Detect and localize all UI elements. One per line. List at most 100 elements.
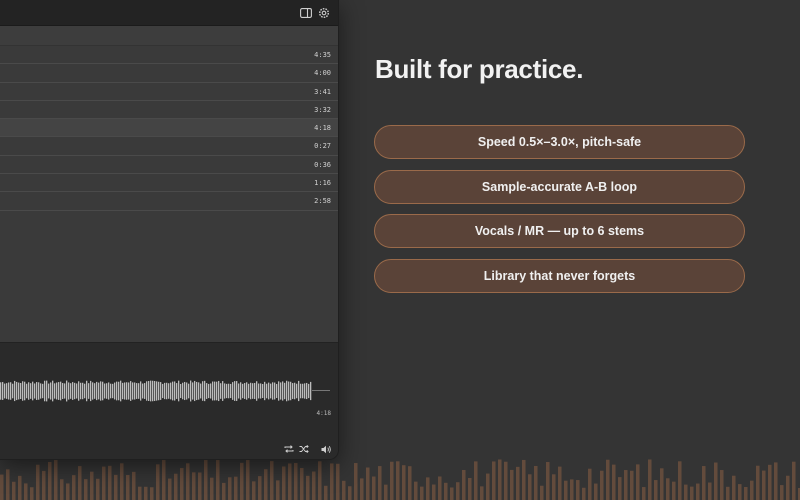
waveform-bar bbox=[160, 382, 162, 400]
background-bar bbox=[396, 461, 400, 500]
waveform-bar bbox=[14, 380, 16, 402]
background-bar bbox=[738, 484, 742, 500]
waveform-bar bbox=[228, 383, 230, 399]
waveform-bar bbox=[38, 382, 40, 400]
waveform-bar bbox=[156, 381, 158, 401]
waveform-bar bbox=[116, 381, 118, 401]
background-bar bbox=[624, 470, 628, 500]
waveform-bar bbox=[60, 381, 62, 401]
waveform-bar bbox=[12, 383, 14, 399]
track-row[interactable]: 3:41 bbox=[0, 83, 338, 101]
waveform-bar bbox=[310, 381, 312, 401]
waveform-bar bbox=[70, 383, 72, 399]
repeat-icon[interactable] bbox=[283, 443, 295, 455]
waveform-bar bbox=[290, 381, 292, 401]
waveform-bar bbox=[146, 381, 148, 401]
player-panel: 4:18 bbox=[0, 342, 338, 459]
track-row[interactable]: 0:36 bbox=[0, 156, 338, 175]
waveform-bar bbox=[280, 382, 282, 400]
background-bar bbox=[474, 461, 478, 500]
background-bar bbox=[762, 470, 766, 500]
waveform-bar bbox=[252, 383, 254, 399]
background-bar bbox=[42, 470, 46, 500]
waveform-bar bbox=[288, 381, 290, 401]
waveform-bar bbox=[250, 382, 252, 400]
waveform-bar bbox=[104, 383, 106, 399]
background-bar bbox=[588, 468, 592, 500]
waveform-bar bbox=[162, 383, 164, 399]
sidebar-toggle-icon[interactable] bbox=[298, 5, 314, 21]
waveform-bar bbox=[132, 382, 134, 400]
track-row[interactable]: 4:18 bbox=[0, 119, 338, 138]
background-bar bbox=[48, 461, 52, 500]
track-row[interactable]: 2:58 bbox=[0, 192, 338, 211]
background-bar bbox=[600, 470, 604, 500]
background-bar bbox=[504, 461, 508, 500]
waveform-bar bbox=[168, 383, 170, 399]
track-duration: 1:16 bbox=[314, 179, 331, 188]
background-bar bbox=[330, 463, 334, 500]
waveform-bar bbox=[8, 382, 10, 400]
background-bar bbox=[186, 463, 190, 500]
waveform-bar bbox=[28, 382, 30, 400]
background-bar bbox=[660, 468, 664, 500]
background-bar bbox=[672, 481, 676, 500]
waveform-bar bbox=[256, 381, 258, 401]
background-bar bbox=[156, 464, 160, 500]
background-bar bbox=[636, 464, 640, 500]
waveform-bar bbox=[196, 381, 198, 401]
waveform-bar bbox=[212, 381, 214, 401]
background-bar bbox=[174, 473, 178, 500]
waveform-bar bbox=[124, 382, 126, 400]
waveform-bar bbox=[292, 383, 294, 399]
background-bar bbox=[420, 486, 424, 500]
waveform-bar bbox=[282, 381, 284, 401]
background-bar bbox=[24, 483, 28, 500]
background-bar bbox=[60, 479, 64, 500]
background-bar bbox=[30, 487, 34, 500]
volume-icon[interactable] bbox=[320, 443, 332, 455]
waveform-bar bbox=[24, 381, 26, 401]
feature-pill-speed: Speed 0.5×–3.0×, pitch-safe bbox=[374, 125, 745, 159]
waveform-bar bbox=[254, 382, 256, 400]
background-bar bbox=[708, 482, 712, 500]
background-bar bbox=[510, 469, 514, 500]
waveform[interactable] bbox=[0, 373, 335, 413]
shuffle-icon[interactable] bbox=[298, 443, 310, 455]
gear-icon[interactable] bbox=[316, 5, 332, 21]
waveform-bar bbox=[262, 383, 264, 399]
waveform-bar bbox=[66, 380, 68, 402]
background-bar bbox=[204, 458, 208, 500]
waveform-bar bbox=[136, 383, 138, 399]
waveform-bar bbox=[296, 383, 298, 399]
waveform-bar bbox=[300, 383, 302, 399]
waveform-bar bbox=[206, 383, 208, 399]
waveform-bar bbox=[30, 383, 32, 399]
background-bar bbox=[168, 478, 172, 500]
waveform-bar bbox=[62, 383, 64, 399]
waveform-bar bbox=[260, 383, 262, 399]
background-bar bbox=[102, 466, 106, 500]
hero-title: Built for practice. bbox=[375, 54, 584, 84]
track-row[interactable]: 3:32 bbox=[0, 101, 338, 120]
background-bar bbox=[234, 476, 238, 500]
track-row[interactable]: 1:16 bbox=[0, 174, 338, 193]
track-duration: 2:58 bbox=[314, 197, 331, 206]
background-bar bbox=[0, 474, 4, 500]
track-duration: 4:00 bbox=[314, 69, 331, 78]
track-row[interactable]: 4:35 bbox=[0, 46, 338, 65]
background-bar bbox=[336, 463, 340, 500]
waveform-bar bbox=[4, 383, 6, 399]
waveform-bar bbox=[186, 382, 188, 400]
waveform-bar bbox=[130, 381, 132, 401]
feature-pill-ab-loop: Sample-accurate A-B loop bbox=[374, 169, 745, 204]
background-bar bbox=[324, 485, 328, 500]
background-bar bbox=[198, 472, 202, 500]
track-row[interactable]: 0:27 bbox=[0, 137, 338, 156]
background-bar bbox=[786, 475, 790, 500]
background-bar bbox=[756, 465, 760, 500]
waveform-bar bbox=[302, 383, 304, 399]
background-bar bbox=[456, 482, 460, 500]
background-bar bbox=[348, 486, 352, 500]
track-row[interactable]: 4:00 bbox=[0, 64, 338, 83]
